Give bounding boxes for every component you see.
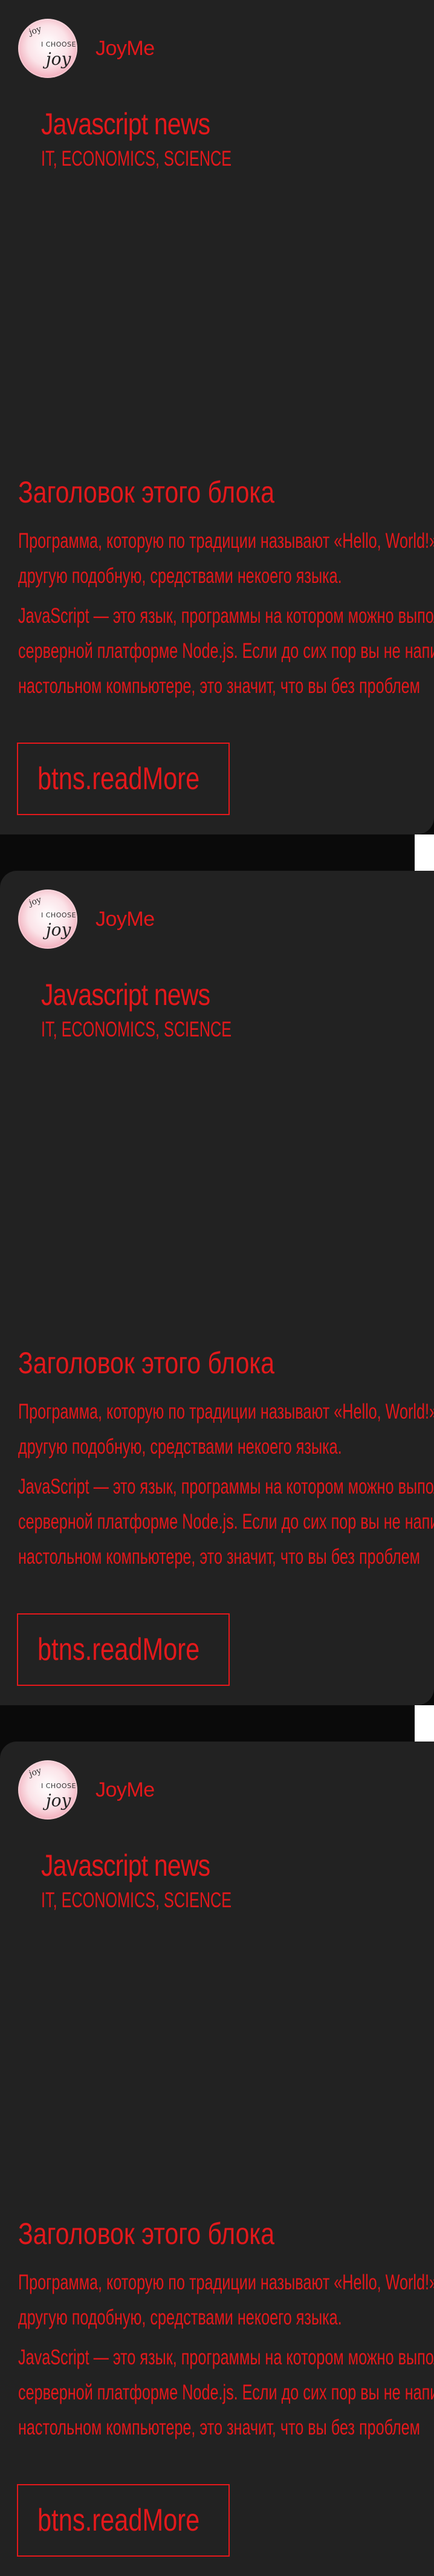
intro-tags: IT, ECONOMICS, SCIENCE <box>41 1888 232 1912</box>
card-intro: Javascript news IT, ECONOMICS, SCIENCE <box>41 106 306 172</box>
avatar-text: joy <box>28 24 43 37</box>
paragraph-line: Программа, которую по традиции называют … <box>18 1400 434 1423</box>
paragraph-line: другую подобную, средствами некоего язык… <box>18 1435 342 1459</box>
block-paragraph-2: JavaScript — это язык, программы на кото… <box>18 2340 434 2445</box>
card-header: joy I CHOOSE joy JoyMe <box>18 18 155 79</box>
block-title: Заголовок этого блока <box>18 1346 275 1380</box>
paragraph-line: JavaScript — это язык, программы на кото… <box>18 2346 434 2369</box>
read-more-label: btns.readMore <box>37 1632 200 1667</box>
author-name[interactable]: JoyMe <box>96 908 155 931</box>
avatar-text: joy <box>46 920 71 940</box>
intro-title: Javascript news <box>41 1849 210 1882</box>
news-card: joy I CHOOSE joy JoyMe Javascript news I… <box>0 871 434 1705</box>
intro-tags: IT, ECONOMICS, SCIENCE <box>41 147 232 171</box>
author-name[interactable]: JoyMe <box>96 37 155 60</box>
avatar[interactable]: joy I CHOOSE joy <box>18 19 77 78</box>
intro-title: Javascript news <box>41 978 210 1012</box>
block-paragraph-2: JavaScript — это язык, программы на кото… <box>18 599 434 704</box>
paragraph-line: JavaScript — это язык, программы на кото… <box>18 604 434 628</box>
avatar-text: joy <box>28 895 43 908</box>
intro-tags: IT, ECONOMICS, SCIENCE <box>41 1018 232 1041</box>
paragraph-line: Программа, которую по традиции называют … <box>18 2271 434 2294</box>
avatar-text: joy <box>46 49 71 69</box>
paragraph-line: Программа, которую по традиции называют … <box>18 529 434 553</box>
paragraph-line: серверной платформе Node.js. Если до сих… <box>18 2381 434 2404</box>
news-feed: joy I CHOOSE joy JoyMe Javascript news I… <box>0 0 434 2576</box>
paragraph-line: настольном компьютере, это значит, что в… <box>18 2416 420 2439</box>
card-header: joy I CHOOSE joy JoyMe <box>18 1760 155 1820</box>
block-title: Заголовок этого блока <box>18 2217 275 2251</box>
read-more-label: btns.readMore <box>37 2503 200 2538</box>
avatar[interactable]: joy I CHOOSE joy <box>18 890 77 949</box>
news-card: joy I CHOOSE joy JoyMe Javascript news I… <box>0 0 434 834</box>
avatar-text: joy <box>28 1766 43 1779</box>
paragraph-line: JavaScript — это язык, программы на кото… <box>18 1475 434 1498</box>
paragraph-line: серверной платформе Node.js. Если до сих… <box>18 1510 434 1534</box>
news-card: joy I CHOOSE joy JoyMe Javascript news I… <box>0 1742 434 2576</box>
read-more-label: btns.readMore <box>37 761 200 796</box>
avatar-text: I CHOOSE <box>41 41 76 48</box>
card-header: joy I CHOOSE joy JoyMe <box>18 889 155 949</box>
block-paragraph-1: Программа, которую по традиции называют … <box>18 524 434 594</box>
intro-title: Javascript news <box>41 107 210 141</box>
block-paragraph-1: Программа, которую по традиции называют … <box>18 1394 434 1465</box>
card-intro: Javascript news IT, ECONOMICS, SCIENCE <box>41 1847 306 1914</box>
block-paragraph-1: Программа, которую по традиции называют … <box>18 2265 434 2335</box>
paragraph-line: серверной платформе Node.js. Если до сих… <box>18 639 434 663</box>
avatar-text: I CHOOSE <box>41 1782 76 1790</box>
read-more-button[interactable]: btns.readMore <box>17 743 230 815</box>
read-more-button[interactable]: btns.readMore <box>17 2484 230 2557</box>
paragraph-line: другую подобную, средствами некоего язык… <box>18 564 342 588</box>
paragraph-line: настольном компьютере, это значит, что в… <box>18 674 420 698</box>
divider <box>415 1705 434 1742</box>
read-more-button[interactable]: btns.readMore <box>17 1613 230 1686</box>
block-title: Заголовок этого блока <box>18 475 275 509</box>
block-paragraph-2: JavaScript — это язык, программы на кото… <box>18 1469 434 1575</box>
avatar[interactable]: joy I CHOOSE joy <box>18 1760 77 1820</box>
paragraph-line: настольном компьютере, это значит, что в… <box>18 1545 420 1569</box>
divider <box>415 834 434 871</box>
avatar-text: joy <box>46 1791 71 1810</box>
author-name[interactable]: JoyMe <box>96 1778 155 1802</box>
avatar-text: I CHOOSE <box>41 911 76 919</box>
paragraph-line: другую подобную, средствами некоего язык… <box>18 2306 342 2329</box>
card-intro: Javascript news IT, ECONOMICS, SCIENCE <box>41 977 306 1043</box>
